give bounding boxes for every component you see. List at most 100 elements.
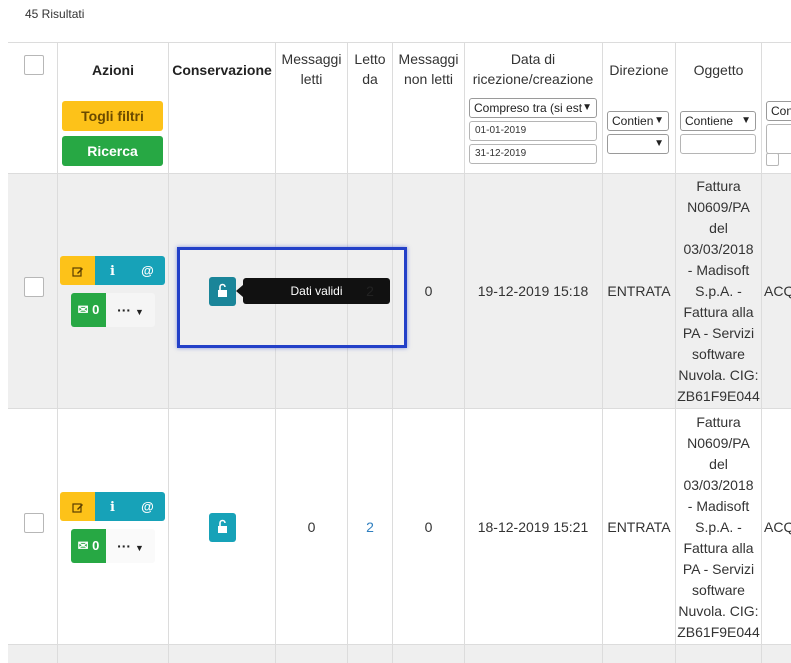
header-messaggi-non-letti-line1: Messaggi [398, 51, 459, 67]
chevron-down-icon: ▼ [741, 115, 751, 126]
header-azioni[interactable]: Azioni [58, 60, 168, 80]
col-divider [57, 43, 58, 663]
email-button[interactable]: @ [130, 256, 165, 285]
row-oggetto-line: Fattura [696, 414, 741, 430]
row-oggetto: Fattura N0609/PA del 03/03/2018 - Madiso… [676, 412, 761, 643]
row-oggetto-line: S.p.A. - [695, 283, 742, 299]
conservazione-lock-button[interactable] [209, 513, 236, 542]
ellipsis-icon: ··· [117, 302, 132, 318]
info-button[interactable]: i [95, 492, 130, 521]
row-oggetto-line: 03/03/2018 [683, 241, 754, 257]
header-messaggi-non-letti[interactable]: Messaggi non letti [393, 49, 464, 89]
col-divider [602, 43, 603, 663]
pencil-square-icon [71, 266, 83, 277]
row-oggetto-line: - Madisoft [687, 498, 750, 514]
at-icon: @ [141, 499, 154, 514]
data-from-input[interactable]: 01-01-2019 [469, 121, 597, 141]
info-icon: i [110, 264, 115, 279]
row-oggetto-line: Fattura alla [683, 304, 754, 320]
edit-button[interactable] [60, 492, 95, 521]
row-oggetto-line: S.p.A. - [695, 519, 742, 535]
row-oggetto-line: Nuvola. CIG: [678, 367, 759, 383]
row-oggetto-line: del [709, 220, 728, 236]
col-divider [464, 43, 465, 663]
divider [8, 408, 791, 409]
email-button[interactable]: @ [130, 492, 165, 521]
row-oggetto-line: Nuvola. CIG: [678, 603, 759, 619]
envelope-icon: ✉ [77, 302, 89, 317]
header-data[interactable]: Data di ricezione/creazione [464, 49, 602, 89]
header-messaggi-letti[interactable]: Messaggi letti [276, 49, 347, 89]
row-checkbox[interactable] [24, 513, 44, 533]
row-oggetto: Fattura N0609/PA del 03/03/2018 - Madiso… [676, 176, 761, 407]
row-oggetto-line: N0609/PA [687, 199, 750, 215]
oggetto-filter-mode-select[interactable]: Contiene ▼ [680, 111, 756, 131]
more-actions-dropdown[interactable]: ··· ▼ [106, 529, 155, 563]
info-icon: i [110, 500, 115, 515]
chevron-down-icon: ▼ [654, 138, 664, 149]
header-messaggi-letti-line1: Messaggi [281, 51, 342, 67]
ellipsis-icon: ··· [117, 538, 132, 554]
row-oggetto-line: software [692, 582, 745, 598]
row-oggetto-line: Fattura [696, 178, 741, 194]
more-actions-dropdown[interactable]: ··· ▼ [106, 293, 155, 327]
caret-down-icon: ▼ [134, 543, 144, 553]
divider [8, 173, 791, 174]
envelope-icon: ✉ [77, 538, 89, 553]
row-3-bg [8, 645, 791, 663]
header-letto-da[interactable]: Letto da [348, 49, 392, 89]
col-divider [168, 43, 169, 663]
caret-down-icon: ▼ [134, 307, 144, 317]
divider [8, 644, 791, 645]
header-letto-da-line1: Letto [354, 51, 386, 67]
oggetto-filter-input[interactable] [680, 134, 756, 154]
header-data-line2: ricezione/creazione [472, 71, 594, 87]
togli-filtri-button[interactable]: Togli filtri [62, 101, 163, 131]
row-data: 18-12-2019 15:21 [477, 519, 589, 535]
pencil-square-icon [71, 502, 83, 513]
col-divider [347, 43, 348, 663]
select-all-checkbox[interactable] [24, 55, 44, 75]
messages-button[interactable]: ✉ 0 [71, 293, 106, 327]
row-oggetto-line: - Madisoft [687, 262, 750, 278]
header-direzione[interactable]: Direzione [603, 60, 675, 80]
data-filter-mode-select[interactable]: Compreso tra (si est ▼ [469, 98, 597, 118]
ricerca-button[interactable]: Ricerca [62, 136, 163, 166]
row-letto-da: 2 [366, 283, 374, 299]
row-oggetto-line: del [709, 456, 728, 472]
info-button[interactable]: i [95, 256, 130, 285]
next-col-filter-checkbox[interactable] [766, 153, 779, 166]
direzione-filter-mode-value: Contien [612, 114, 654, 128]
row-letto-da-link[interactable]: 2 [348, 517, 392, 538]
row-next-col: ACQ [764, 283, 791, 299]
direzione-filter-mode-select[interactable]: Contien ▼ [607, 111, 669, 131]
col-divider [275, 43, 276, 663]
row-oggetto-line: software [692, 346, 745, 362]
row-data: 19-12-2019 15:18 [477, 283, 589, 299]
header-letto-da-line2: da [362, 71, 378, 87]
next-col-filter-mode-select[interactable]: Con [766, 101, 791, 121]
row-oggetto-line: PA - Servizi [682, 561, 755, 577]
header-messaggi-non-letti-line2: non letti [403, 71, 454, 87]
row-oggetto-line: PA - Servizi [682, 325, 755, 341]
results-table: Azioni Conservazione Messaggi letti Lett… [8, 42, 791, 663]
row-messaggi-non-letti: 0 [424, 519, 433, 535]
row-oggetto-line: ZB61F9E044 [677, 624, 760, 640]
data-to-input[interactable]: 31-12-2019 [469, 144, 597, 164]
direzione-filter-value-select[interactable]: ▼ [607, 134, 669, 154]
col-divider [761, 43, 762, 663]
next-col-filter-input[interactable] [766, 124, 791, 154]
row-oggetto-line: Fattura alla [683, 540, 754, 556]
row-checkbox[interactable] [24, 277, 44, 297]
row-oggetto-line: ZB61F9E044 [677, 388, 760, 404]
header-conservazione[interactable]: Conservazione [169, 60, 275, 80]
header-oggetto[interactable]: Oggetto [676, 60, 761, 80]
messages-count: 0 [92, 302, 100, 317]
messages-button[interactable]: ✉ 0 [71, 529, 106, 563]
row-direzione: ENTRATA [607, 283, 671, 299]
oggetto-filter-mode-value: Contiene [685, 114, 734, 128]
edit-button[interactable] [60, 256, 95, 285]
row-direzione: ENTRATA [607, 519, 671, 535]
unlock-icon [218, 519, 227, 533]
data-filter-mode-value: Compreso tra (si est [474, 101, 583, 115]
